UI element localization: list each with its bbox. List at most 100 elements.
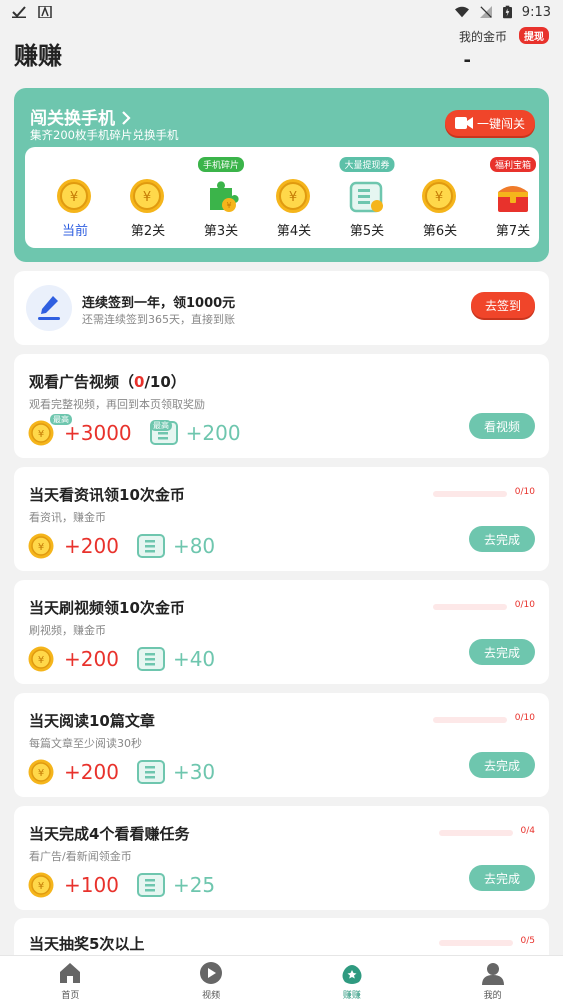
nav-item-home[interactable]: 首页 bbox=[0, 956, 141, 1002]
level-label: 第2关 bbox=[130, 224, 166, 239]
app-notification-icon bbox=[38, 6, 52, 18]
video-camera-icon bbox=[454, 117, 473, 129]
gold-coin-icon: ¥ bbox=[57, 179, 91, 213]
gold-coin-icon: ¥ bbox=[422, 179, 456, 213]
nav-item-profile[interactable]: 我的 bbox=[422, 956, 563, 1002]
check-notification-icon bbox=[12, 6, 26, 18]
level-tag: 手机碎片 bbox=[197, 157, 245, 172]
coin-reward: +200 bbox=[64, 534, 119, 558]
level-item-current[interactable]: ¥ 当前 bbox=[45, 147, 105, 248]
task-subtitle: 刷视频，赚金币 bbox=[29, 624, 106, 637]
home-icon bbox=[60, 963, 81, 983]
task-progress-text: 0/10 bbox=[514, 600, 535, 610]
signin-button[interactable]: 去签到 bbox=[471, 292, 535, 318]
svg-text:¥: ¥ bbox=[70, 190, 78, 205]
nav-label: 赚赚 bbox=[342, 991, 361, 1001]
complete-button[interactable]: 去完成 bbox=[469, 752, 535, 778]
signin-subtitle: 还需连续签到365天，直接到账 bbox=[82, 313, 235, 326]
task-title-prefix: 观看广告视频（ bbox=[29, 373, 135, 391]
level-label: 第5关 bbox=[349, 224, 385, 239]
battery-icon bbox=[502, 5, 512, 19]
withdraw-voucher-icon bbox=[349, 181, 383, 213]
gold-coin-icon: ¥ bbox=[28, 646, 54, 672]
task-card: 当天阅读10篇文章 每篇文章至少阅读30秒 0/10 ¥ +200 +30 去完… bbox=[14, 693, 549, 797]
task-progress-count: 0 bbox=[134, 373, 145, 391]
svg-text:¥: ¥ bbox=[38, 655, 44, 666]
svg-text:¥: ¥ bbox=[226, 201, 231, 210]
wifi-icon bbox=[454, 6, 469, 18]
level-tag: 大量提现券 bbox=[339, 157, 395, 172]
level-item-6[interactable]: ¥ 第6关 bbox=[410, 147, 470, 248]
task-progress-text: 0/10 bbox=[514, 713, 535, 723]
one-click-challenge-button[interactable]: 一键闯关 bbox=[445, 110, 535, 136]
gold-coin-icon: ¥ bbox=[276, 179, 310, 213]
nav-label: 首页 bbox=[61, 991, 80, 1001]
video-play-icon bbox=[200, 962, 223, 984]
level-item-3[interactable]: 手机碎片 ¥ 第3关 bbox=[191, 147, 251, 248]
svg-text:¥: ¥ bbox=[38, 768, 44, 779]
page-title: 赚赚 bbox=[14, 42, 62, 70]
level-challenge-banner: 闯关换手机 集齐200枚手机碎片兑换手机 一键闯关 ¥ 当前 ¥ 第2关 手机碎… bbox=[14, 88, 549, 262]
task-progress-text: 0/5 bbox=[520, 936, 535, 946]
treasure-chest-icon bbox=[498, 186, 528, 212]
withdraw-voucher-icon bbox=[136, 534, 165, 558]
complete-button[interactable]: 去完成 bbox=[469, 865, 535, 891]
withdraw-voucher-icon bbox=[136, 647, 165, 671]
task-progress-text: 0/10 bbox=[514, 487, 535, 497]
task-card: 当天看资讯领10次金币 看资讯，赚金币 0/10 ¥ +200 +80 去完成 bbox=[14, 467, 549, 571]
no-signal-icon bbox=[479, 6, 492, 18]
nav-item-video[interactable]: 视频 bbox=[141, 956, 282, 1002]
nav-item-earn[interactable]: 赚赚 bbox=[282, 956, 423, 1002]
coin-reward: +100 bbox=[64, 873, 119, 897]
status-time: 9:13 bbox=[521, 4, 551, 20]
gold-coin-icon: ¥ bbox=[130, 179, 164, 213]
task-progress-bar bbox=[433, 717, 507, 723]
voucher-reward: +40 bbox=[172, 647, 216, 671]
task-subtitle: 看资讯，赚金币 bbox=[29, 511, 106, 524]
reward-row: ¥ +100 +25 bbox=[28, 870, 215, 900]
task-card: 观看广告视频（0/10） 观看完整视频，再回到本页领取奖励 ¥ +3000 +2… bbox=[14, 354, 549, 458]
complete-button[interactable]: 去完成 bbox=[469, 639, 535, 665]
voucher-reward: +200 bbox=[185, 421, 241, 445]
bottom-navigation: 首页 视频 赚赚 我的 bbox=[0, 955, 563, 1002]
task-progress-text: 0/4 bbox=[520, 826, 535, 836]
gold-coin-icon: ¥ bbox=[28, 420, 54, 446]
level-item-5[interactable]: 大量提现券 第5关 bbox=[337, 147, 397, 248]
voucher-reward: +80 bbox=[172, 534, 216, 558]
level-label: 第4关 bbox=[276, 224, 312, 239]
level-label: 当前 bbox=[61, 224, 88, 239]
banner-title[interactable]: 闯关换手机 bbox=[30, 104, 131, 129]
svg-text:¥: ¥ bbox=[289, 190, 297, 205]
page-header: 赚赚 我的金币 提现 - bbox=[0, 24, 563, 86]
reward-row: ¥ +200 +40 bbox=[28, 644, 215, 674]
task-card: 当天抽奖5次以上 0/5 bbox=[14, 918, 549, 958]
task-title: 当天刷视频领10次金币 bbox=[29, 599, 185, 617]
svg-text:¥: ¥ bbox=[38, 881, 44, 892]
one-click-challenge-label: 一键闯关 bbox=[476, 116, 525, 131]
task-progress-bar bbox=[433, 604, 507, 610]
task-card: 当天完成4个看看赚任务 看广告/看新闻领金币 0/4 ¥ +100 +25 去完… bbox=[14, 806, 549, 910]
task-progress-bar bbox=[433, 491, 507, 497]
task-title: 当天阅读10篇文章 bbox=[29, 712, 155, 730]
earn-icon bbox=[342, 965, 362, 984]
task-progress-bar bbox=[439, 940, 513, 946]
withdraw-button[interactable]: 提现 bbox=[519, 27, 549, 44]
watch-video-button[interactable]: 看视频 bbox=[469, 413, 535, 439]
level-item-4[interactable]: ¥ 第4关 bbox=[264, 147, 324, 248]
signin-pen-icon bbox=[26, 285, 72, 331]
coin-balance: - bbox=[463, 50, 471, 71]
svg-text:¥: ¥ bbox=[38, 429, 44, 440]
task-title-suffix: /10） bbox=[144, 373, 186, 391]
max-tag: 最高 bbox=[50, 414, 72, 425]
complete-button[interactable]: 去完成 bbox=[469, 526, 535, 552]
task-title: 观看广告视频（0/10） bbox=[29, 371, 186, 392]
gold-coin-icon: ¥ bbox=[28, 872, 54, 898]
level-label: 第6关 bbox=[422, 224, 458, 239]
level-item-7[interactable]: 福利宝箱 第7关 bbox=[483, 147, 543, 248]
level-item-2[interactable]: ¥ 第2关 bbox=[118, 147, 178, 248]
task-progress-bar bbox=[439, 830, 513, 836]
max-tag: 最高 bbox=[150, 420, 172, 431]
reward-row: ¥ +200 +30 bbox=[28, 757, 215, 787]
level-label: 第7关 bbox=[495, 224, 531, 239]
daily-signin-card: 连续签到一年，领1000元 还需连续签到365天，直接到账 去签到 bbox=[14, 271, 549, 345]
